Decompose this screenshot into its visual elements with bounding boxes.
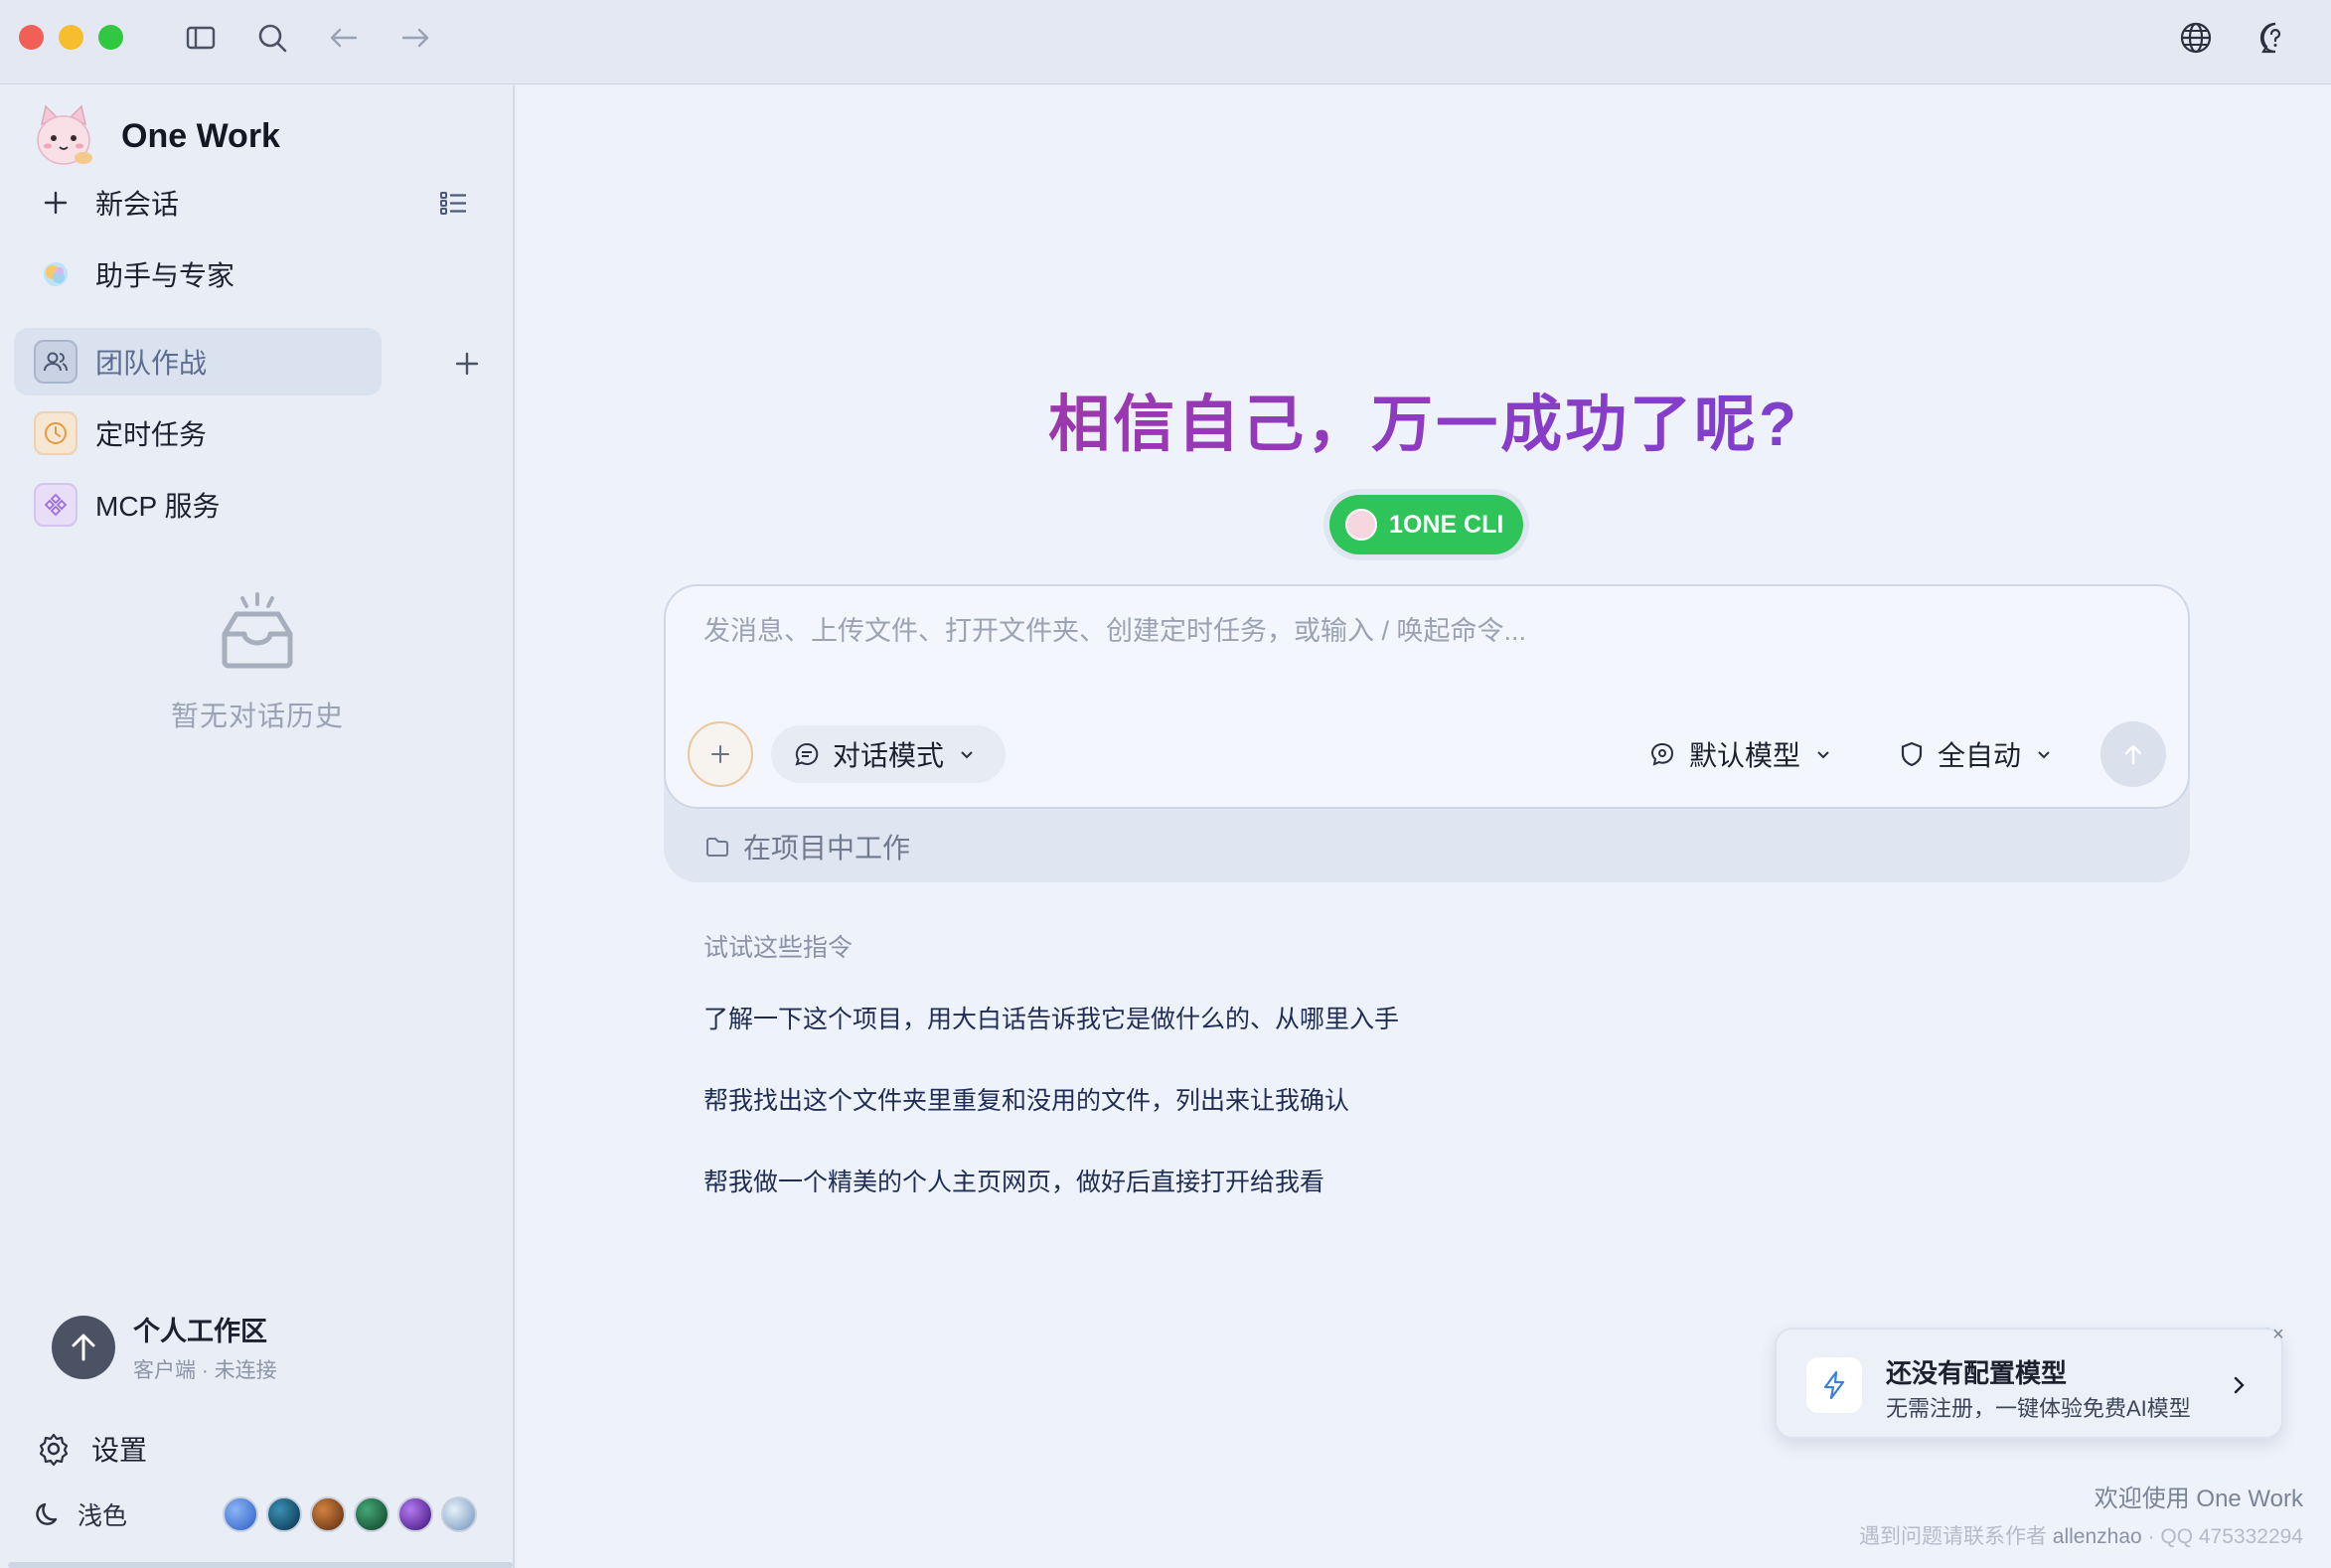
- new-chat-button[interactable]: 新会话: [14, 169, 501, 236]
- sidebar-item-mcp[interactable]: MCP 服务: [14, 471, 501, 539]
- gear-icon: [39, 1433, 69, 1467]
- toast-close-icon[interactable]: ×: [2267, 1324, 2289, 1345]
- app-name: One Work: [121, 116, 280, 155]
- brain-icon: [1650, 742, 1674, 766]
- back-arrow-icon[interactable]: [326, 20, 362, 56]
- model-label: 默认模型: [1689, 740, 1801, 771]
- plus-icon: [34, 181, 78, 225]
- add-team-plus-icon[interactable]: [449, 346, 485, 382]
- empty-history-label: 暂无对话历史: [170, 701, 344, 731]
- window-maximize-button[interactable]: [98, 25, 123, 50]
- sidebar-scrollbar[interactable]: [8, 1562, 513, 1568]
- arrow-up-icon: [2124, 744, 2142, 765]
- contact-prefix: 遇到问题请联系作者: [1858, 1525, 2047, 1548]
- sidebar-item-scheduled-tasks[interactable]: 定时任务: [14, 399, 501, 467]
- forward-arrow-icon[interactable]: [397, 20, 433, 56]
- lightning-icon: [1806, 1357, 1862, 1413]
- sidebar-item-assistants[interactable]: 助手与专家: [14, 240, 501, 308]
- workspace-status: 客户端 · 未连接: [133, 1359, 277, 1382]
- moon-icon: [36, 1502, 58, 1525]
- chat-mode-dropdown[interactable]: 对话模式: [771, 725, 1007, 783]
- settings-button[interactable]: 设置: [36, 1429, 147, 1469]
- app-logo: [37, 104, 92, 165]
- mcp-icon: [34, 483, 78, 527]
- new-chat-label: 新会话: [95, 189, 180, 220]
- theme-swatch[interactable]: [266, 1496, 302, 1532]
- help-icon[interactable]: [2257, 20, 2293, 56]
- sidebar-item-label: 团队作战: [95, 348, 208, 379]
- sidebar-item-label: 定时任务: [95, 419, 208, 450]
- composer: 对话模式 默认模型 全自动: [664, 584, 2190, 809]
- theme-swatch[interactable]: [223, 1496, 258, 1532]
- contact-text: 遇到问题请联系作者 allenzhao · QQ 475332294: [1858, 1525, 2303, 1548]
- settings-label: 设置: [91, 1435, 148, 1466]
- send-button[interactable]: [2100, 721, 2166, 787]
- sidebar-item-team[interactable]: 团队作战: [14, 328, 382, 395]
- cli-badge[interactable]: 1ONE CLI: [1329, 495, 1524, 554]
- chevron-down-icon: [1817, 751, 1829, 759]
- theme-label: 浅色: [78, 1502, 128, 1530]
- work-in-project-label: 在项目中工作: [743, 833, 911, 863]
- headline: 相信自己，万一成功了呢?: [517, 374, 2331, 463]
- brand: One Work: [30, 99, 280, 173]
- theme-swatch[interactable]: [354, 1496, 389, 1532]
- window-minimize-button[interactable]: [59, 25, 83, 50]
- empty-history: 暂无对话历史: [0, 592, 515, 734]
- plus-icon: [711, 745, 729, 763]
- app-window: One Work 新会话 助手与专家 团队作战 定时任务 MCP 服务 暂无对话…: [0, 0, 2331, 1568]
- assistant-icon: [34, 252, 78, 296]
- pig-avatar-icon: [1345, 509, 1377, 541]
- folder-icon: [706, 838, 728, 857]
- theme-swatch[interactable]: [441, 1496, 477, 1532]
- shield-icon: [1901, 741, 1923, 767]
- window-close-button[interactable]: [19, 25, 44, 50]
- search-icon[interactable]: [254, 20, 290, 56]
- clock-icon: [34, 411, 78, 455]
- attach-button[interactable]: [688, 721, 753, 787]
- qq-number: QQ 475332294: [2160, 1525, 2303, 1548]
- work-in-project-button[interactable]: 在项目中工作: [703, 827, 910, 866]
- toast-title: 还没有配置模型: [1886, 1358, 2068, 1388]
- autonomy-label: 全自动: [1938, 740, 2022, 771]
- team-icon: [34, 340, 78, 384]
- sidebar: One Work 新会话 助手与专家 团队作战 定时任务 MCP 服务 暂无对话…: [0, 85, 515, 1568]
- empty-inbox-icon: [222, 592, 293, 669]
- title-bar: [0, 0, 2331, 84]
- history-list-icon[interactable]: [435, 185, 471, 221]
- suggestion-item[interactable]: 帮我找出这个文件夹里重复和没用的文件，列出来让我确认: [703, 1081, 1349, 1117]
- author-name: allenzhao: [2052, 1525, 2142, 1548]
- upload-arrow-icon: [52, 1315, 115, 1379]
- cli-badge-label: 1ONE CLI: [1389, 510, 1504, 539]
- chevron-right-icon: [2234, 1376, 2245, 1394]
- welcome-text: 欢迎使用 One Work: [2094, 1486, 2303, 1512]
- theme-swatch[interactable]: [310, 1496, 346, 1532]
- sidebar-toggle-icon[interactable]: [183, 20, 219, 56]
- suggestion-item[interactable]: 帮我做一个精美的个人主页网页，做好后直接打开给我看: [703, 1163, 1324, 1198]
- theme-mode-toggle[interactable]: 浅色: [34, 1496, 127, 1532]
- suggestion-item[interactable]: 了解一下这个项目，用大白话告诉我它是做什么的、从哪里入手: [703, 1000, 1399, 1035]
- sidebar-item-label: MCP 服务: [95, 491, 221, 522]
- workspace-switcher[interactable]: 个人工作区 客户端 · 未连接: [52, 1310, 277, 1384]
- chat-mode-label: 对话模式: [833, 740, 945, 771]
- theme-row: 浅色: [34, 1496, 481, 1532]
- toast-subtitle: 无需注册，一键体验免费AI模型: [1886, 1396, 2191, 1421]
- model-config-toast[interactable]: 还没有配置模型 无需注册，一键体验免费AI模型: [1775, 1328, 2283, 1439]
- model-dropdown[interactable]: 默认模型: [1647, 725, 1832, 783]
- message-input[interactable]: [703, 616, 2095, 647]
- workspace-title: 个人工作区: [133, 1317, 267, 1346]
- chevron-down-icon: [961, 751, 973, 759]
- theme-swatches: [223, 1496, 485, 1532]
- suggestions-heading: 试试这些指令: [703, 934, 854, 962]
- sidebar-item-label: 助手与专家: [95, 260, 235, 291]
- globe-icon[interactable]: [2178, 20, 2214, 56]
- chat-bubble-icon: [795, 742, 819, 766]
- theme-swatch[interactable]: [397, 1496, 433, 1532]
- chevron-down-icon: [2038, 751, 2050, 759]
- autonomy-dropdown[interactable]: 全自动: [1898, 725, 2053, 783]
